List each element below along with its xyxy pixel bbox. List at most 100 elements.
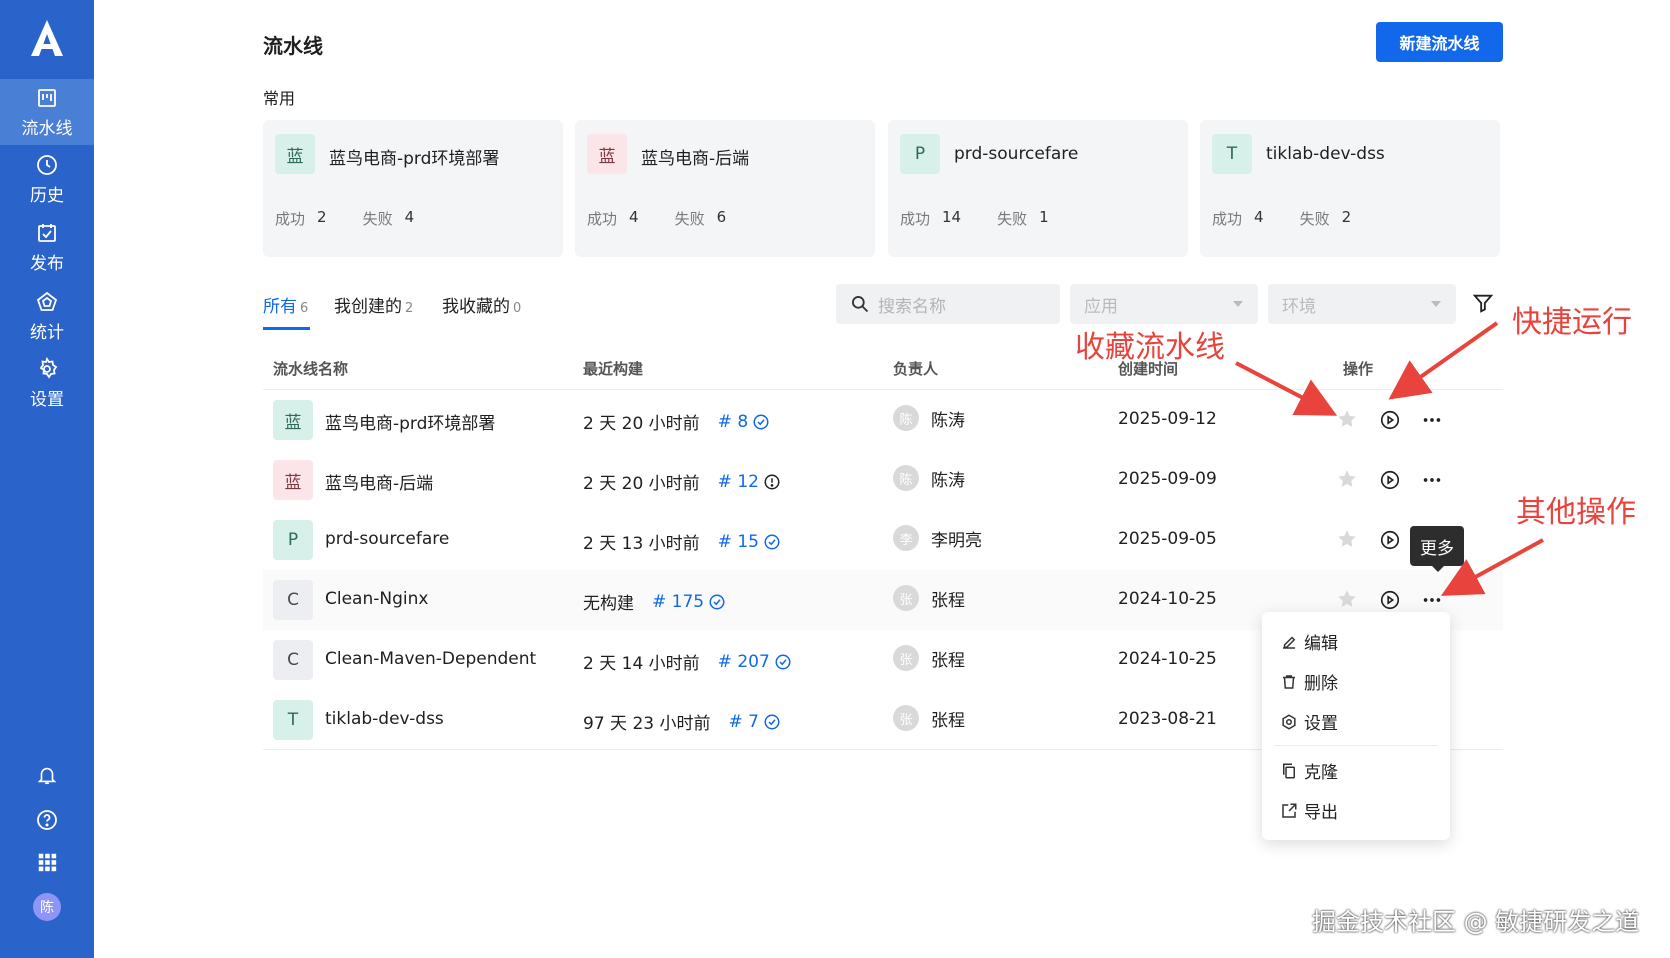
card-name: prd-sourcefare bbox=[954, 144, 1079, 164]
edit-icon bbox=[1283, 635, 1296, 649]
menu-item-edit[interactable]: 编辑 bbox=[1280, 629, 1338, 654]
play-circle-icon bbox=[1380, 470, 1400, 490]
owner: 陈陈涛 bbox=[893, 465, 965, 491]
page-title: 流水线 bbox=[263, 34, 323, 58]
tab-created[interactable]: 我创建的 2 bbox=[334, 292, 413, 317]
clock-icon bbox=[37, 154, 57, 175]
last-build: 2 天 13 小时前 # 15 bbox=[583, 529, 781, 554]
favorite-card[interactable]: 蓝 蓝鸟电商-prd环境部署 成功 2 失败 4 bbox=[263, 120, 563, 257]
success-label: 成功 bbox=[275, 210, 306, 228]
help-button[interactable] bbox=[0, 808, 94, 832]
fail-label: 失败 bbox=[1299, 210, 1330, 228]
menu-item-delete[interactable]: 删除 bbox=[1280, 669, 1338, 694]
user-avatar[interactable]: 陈 bbox=[0, 893, 94, 921]
run-button[interactable] bbox=[1379, 529, 1401, 555]
menu-item-export[interactable]: 导出 bbox=[1280, 798, 1338, 823]
col-name: 流水线名称 bbox=[273, 360, 349, 378]
card-stats: 成功 2 失败 4 bbox=[275, 208, 450, 229]
notification-button[interactable] bbox=[0, 764, 94, 786]
created-date: 2025-09-12 bbox=[1118, 409, 1217, 429]
card-name: 蓝鸟电商-后端 bbox=[641, 149, 750, 169]
pipeline-name[interactable]: 蓝鸟电商-后端 bbox=[325, 469, 433, 494]
build-number[interactable]: # 175 bbox=[652, 592, 704, 612]
success-count: 4 bbox=[629, 208, 639, 226]
last-build: 2 天 20 小时前 # 8 bbox=[583, 409, 770, 434]
owner-name: 张程 bbox=[931, 650, 965, 671]
table-row[interactable]: Pprd-sourcefare 2 天 13 小时前 # 15 李李明亮 2025-09… bbox=[263, 510, 1503, 570]
fail-count: 1 bbox=[1039, 208, 1049, 226]
more-tooltip: 更多 bbox=[1410, 526, 1464, 572]
card-name: tiklab-dev-dss bbox=[1266, 144, 1385, 164]
app-select[interactable]: 应用 bbox=[1070, 284, 1258, 324]
favorite-card[interactable]: P prd-sourcefare 成功 14 失败 1 bbox=[888, 120, 1188, 257]
tab-label: 我收藏的 bbox=[442, 297, 510, 317]
favorite-button[interactable] bbox=[1336, 408, 1358, 434]
favorite-card[interactable]: 蓝 蓝鸟电商-后端 成功 4 失败 6 bbox=[575, 120, 875, 257]
avatar: 张 bbox=[893, 705, 919, 731]
tab-favorited[interactable]: 我收藏的 0 bbox=[442, 292, 521, 317]
pipeline-badge: 蓝 bbox=[275, 134, 315, 174]
tab-all[interactable]: 所有 6 bbox=[263, 292, 308, 317]
sidebar-item-history[interactable]: 历史 bbox=[0, 146, 94, 212]
owner-name: 张程 bbox=[931, 590, 965, 611]
more-button[interactable] bbox=[1421, 409, 1443, 435]
tab-label: 所有 bbox=[263, 297, 297, 317]
tab-count: 0 bbox=[513, 301, 522, 316]
favorite-button[interactable] bbox=[1336, 528, 1358, 554]
pipeline-name[interactable]: tiklab-dev-dss bbox=[325, 709, 444, 729]
success-count: 4 bbox=[1254, 208, 1264, 226]
avatar: 张 bbox=[893, 585, 919, 611]
sidebar-item-settings[interactable]: 设置 bbox=[0, 350, 94, 416]
build-number[interactable]: # 207 bbox=[718, 652, 770, 672]
play-circle-icon bbox=[1380, 530, 1400, 550]
more-button[interactable] bbox=[1421, 469, 1443, 495]
search-input[interactable]: 搜索名称 bbox=[836, 284, 1060, 324]
filter-button[interactable] bbox=[1472, 292, 1494, 318]
pipeline-name[interactable]: Clean-Nginx bbox=[325, 589, 428, 609]
build-number[interactable]: # 8 bbox=[718, 412, 748, 432]
sidebar-item-stats[interactable]: 统计 bbox=[0, 283, 94, 349]
app-logo[interactable] bbox=[0, 12, 94, 64]
watermark: 掘金技术社区 @ 敏捷研发之道 bbox=[1312, 908, 1640, 936]
new-pipeline-button[interactable]: 新建流水线 bbox=[1376, 22, 1503, 62]
pipeline-name[interactable]: prd-sourcefare bbox=[325, 529, 449, 549]
owner-name: 陈涛 bbox=[931, 470, 965, 491]
menu-item-label: 克隆 bbox=[1304, 763, 1338, 783]
last-build-time: 2 天 20 小时前 bbox=[583, 414, 700, 434]
last-build-time: 2 天 13 小时前 bbox=[583, 534, 700, 554]
gear-icon bbox=[1282, 713, 1296, 730]
pipeline-badge: T bbox=[273, 700, 313, 740]
apps-button[interactable] bbox=[0, 851, 94, 873]
star-icon bbox=[1338, 590, 1356, 607]
pipeline-name[interactable]: Clean-Maven-Dependent bbox=[325, 649, 536, 669]
sidebar-item-label: 统计 bbox=[30, 322, 64, 343]
favorite-button[interactable] bbox=[1336, 468, 1358, 494]
build-number[interactable]: # 12 bbox=[718, 472, 759, 492]
menu-item-clone[interactable]: 克隆 bbox=[1280, 758, 1338, 783]
menu-item-settings[interactable]: 设置 bbox=[1280, 709, 1338, 734]
sidebar-item-pipeline[interactable]: 流水线 bbox=[0, 79, 94, 145]
created-date: 2025-09-05 bbox=[1118, 529, 1217, 549]
build-number[interactable]: # 15 bbox=[718, 532, 759, 552]
more-menu: 编辑 删除 设置 克隆 导出 bbox=[1262, 612, 1450, 840]
favorite-button[interactable] bbox=[1336, 588, 1358, 614]
env-select[interactable]: 环境 bbox=[1268, 284, 1456, 324]
filter-icon bbox=[1472, 294, 1494, 313]
success-status-icon bbox=[764, 714, 780, 729]
release-icon bbox=[38, 223, 56, 242]
favorite-card[interactable]: T tiklab-dev-dss 成功 4 失败 2 bbox=[1200, 120, 1500, 257]
run-button[interactable] bbox=[1379, 469, 1401, 495]
avatar: 陈 bbox=[893, 405, 919, 431]
col-actions: 操作 bbox=[1343, 360, 1374, 378]
sidebar-item-release[interactable]: 发布 bbox=[0, 214, 94, 280]
avatar: 李 bbox=[893, 525, 919, 551]
last-build: 2 天 14 小时前 # 207 bbox=[583, 649, 792, 674]
last-build-time: 2 天 14 小时前 bbox=[583, 654, 700, 674]
card-name: 蓝鸟电商-prd环境部署 bbox=[329, 149, 500, 169]
build-number[interactable]: # 7 bbox=[728, 712, 758, 732]
table-row[interactable]: 蓝蓝鸟电商-后端 2 天 20 小时前 # 12 陈陈涛 2025-09-09 bbox=[263, 450, 1503, 510]
table-row[interactable]: 蓝蓝鸟电商-prd环境部署 2 天 20 小时前 # 8 陈陈涛 2025-09-12 bbox=[263, 390, 1503, 450]
pipeline-name[interactable]: 蓝鸟电商-prd环境部署 bbox=[325, 409, 495, 434]
last-build: 97 天 23 小时前 # 7 bbox=[583, 709, 781, 734]
run-button[interactable] bbox=[1379, 409, 1401, 435]
